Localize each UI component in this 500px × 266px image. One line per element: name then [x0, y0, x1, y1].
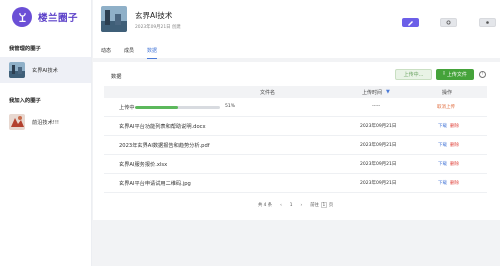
next-page-button[interactable]: › [301, 203, 303, 208]
column-action: 操作 [442, 90, 453, 96]
download-button[interactable]: 下载 [438, 161, 447, 167]
table-row-uploading: 上传中 51% ----- 取消上传 [104, 98, 487, 117]
pagination: 共 4 条 ‹ 1 › 前往 1 页 [258, 202, 341, 208]
delete-button[interactable]: 删除 [450, 123, 459, 129]
gear-icon [486, 21, 489, 24]
sidebar-item-managed[interactable]: 玄界AI技术 [0, 57, 91, 83]
sidebar-item-joined[interactable]: 前沿技术!!! [0, 109, 91, 135]
upload-time: 2023年09月21日 [360, 181, 397, 186]
download-button[interactable]: 下载 [438, 123, 447, 129]
table-row: 2023年玄界AI数据报告和趋势分析.pdf 2023年09月21日 下载 删除 [104, 136, 487, 155]
edit-button[interactable] [402, 18, 419, 27]
settings-button[interactable] [440, 18, 457, 27]
download-button[interactable]: 下载 [438, 180, 447, 186]
joined-circles-title: 我加入的圈子 [9, 98, 41, 104]
file-name: 上传中 [119, 105, 135, 111]
file-name[interactable]: 玄界AI平台申请试用二维码.jpg [119, 180, 191, 187]
circle-header: 玄界AI技术 2023年09月21日 创建 动态 成员 数据 [93, 0, 500, 59]
tab-data[interactable]: 数据 [147, 47, 158, 59]
upload-icon: ⭱ [443, 70, 445, 77]
file-name[interactable]: 玄界AI平台功能列表和帮助说明.docx [119, 123, 206, 130]
goto-label: 前往 [310, 203, 319, 208]
section-title: 数据 [111, 74, 122, 80]
file-name[interactable]: 玄界AI服务报价.xlsx [119, 161, 167, 168]
upload-label: 上传文件 [446, 72, 467, 78]
table-header: 文件名 上传时间 ▼ 操作 [104, 86, 487, 98]
tab-members[interactable]: 成员 [124, 47, 134, 57]
uploading-button[interactable]: 上传中... [395, 69, 432, 80]
delete-button[interactable]: 删除 [450, 161, 459, 167]
upload-time: ----- [372, 104, 381, 109]
app-name: 楼兰圈子 [38, 13, 79, 24]
logo[interactable]: 楼兰圈子 [12, 7, 78, 27]
column-name: 文件名 [260, 90, 276, 96]
tab-feed[interactable]: 动态 [101, 47, 111, 57]
delete-button[interactable]: 删除 [450, 180, 459, 186]
circle-tabs: 动态 成员 数据 [101, 47, 170, 59]
circle-title: 玄界AI技术 [135, 11, 173, 20]
created-date: 2023年09月21日 创建 [135, 25, 181, 30]
table-row: 玄界AI平台功能列表和帮助说明.docx 2023年09月21日 下载 删除 [104, 117, 487, 136]
sidebar: 楼兰圈子 我管理的圈子 玄界AI技术 我加入的圈子 前沿技术!!! [0, 0, 92, 266]
logo-icon [12, 7, 32, 27]
upload-progress [135, 106, 220, 109]
data-panel: 数据 上传中... ⭱ 上传文件 ! 文件名 上传时间 ▼ 操作 上传中 51%… [93, 62, 500, 220]
settings-icon [446, 20, 451, 25]
sidebar-item-label: 玄界AI技术 [32, 67, 58, 74]
prev-page-button[interactable]: ‹ [280, 203, 282, 208]
circle-thumbnail [9, 114, 25, 130]
edit-icon [408, 20, 413, 26]
circle-avatar [101, 6, 127, 32]
upload-time: 2023年09月21日 [360, 124, 397, 129]
total-count: 共 4 条 [258, 203, 273, 208]
goto-page-input[interactable]: 1 [320, 202, 327, 208]
upload-file-button[interactable]: ⭱ 上传文件 [436, 69, 474, 80]
table-row: 玄界AI平台申请试用二维码.jpg 2023年09月21日 下载 删除 [104, 174, 487, 193]
upload-time: 2023年09月21日 [360, 143, 397, 148]
more-button[interactable] [479, 18, 496, 27]
cancel-upload-button[interactable]: 取消上传 [437, 104, 455, 110]
sort-icon[interactable]: ▼ [386, 89, 390, 95]
table-row: 玄界AI服务报价.xlsx 2023年09月21日 下载 删除 [104, 155, 487, 174]
sidebar-item-label: 前沿技术!!! [32, 119, 59, 126]
file-table: 文件名 上传时间 ▼ 操作 上传中 51% ----- 取消上传 玄界AI平台功… [104, 86, 487, 193]
circle-thumbnail [9, 62, 25, 78]
page-number[interactable]: 1 [290, 203, 293, 208]
file-name[interactable]: 2023年玄界AI数据报告和趋势分析.pdf [119, 142, 210, 149]
delete-button[interactable]: 删除 [450, 142, 459, 148]
progress-percent: 51% [225, 104, 236, 109]
managed-circles-title: 我管理的圈子 [9, 46, 41, 52]
column-time[interactable]: 上传时间 [362, 89, 382, 96]
info-icon[interactable]: ! [479, 71, 486, 78]
download-button[interactable]: 下载 [438, 142, 447, 148]
goto-suffix: 页 [328, 203, 334, 208]
upload-progress-fill [135, 106, 179, 109]
upload-time: 2023年09月21日 [360, 162, 397, 167]
